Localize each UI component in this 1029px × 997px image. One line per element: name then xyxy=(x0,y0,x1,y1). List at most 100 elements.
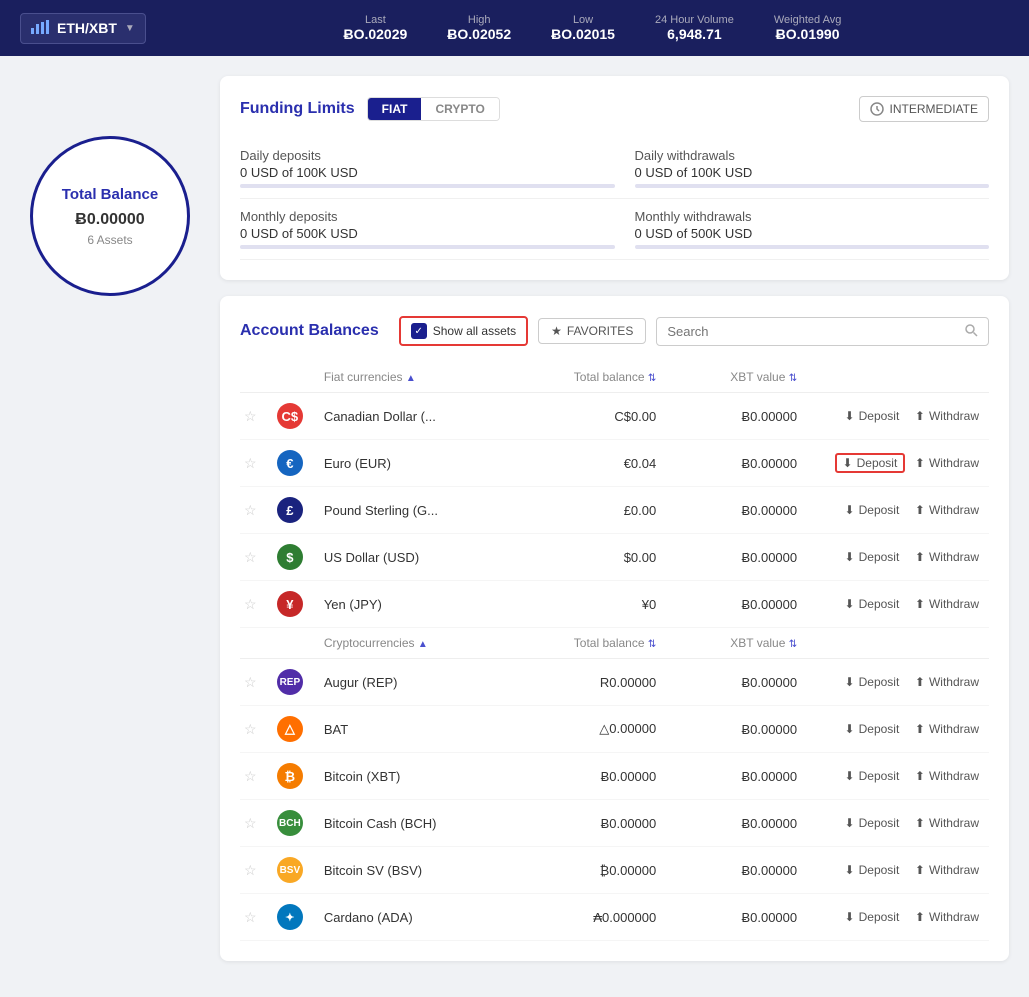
favorite-star[interactable]: ☆ xyxy=(244,502,257,518)
search-input[interactable] xyxy=(667,324,958,339)
favorite-star[interactable]: ☆ xyxy=(244,455,257,471)
daily-withdrawals-value: 0 USD of 100K USD xyxy=(635,165,990,180)
search-box[interactable] xyxy=(656,317,989,346)
ada-deposit-button[interactable]: ⬇ Deposit xyxy=(839,908,906,926)
bat-xbt: Ƀ0.00000 xyxy=(660,706,801,753)
rep-deposit-button[interactable]: ⬇ Deposit xyxy=(839,673,906,691)
stat-weighted-value: ɃO.01990 xyxy=(774,26,841,42)
gbp-withdraw-button[interactable]: ⬆ Withdraw xyxy=(909,501,985,519)
favorite-star[interactable]: ☆ xyxy=(244,721,257,737)
fiat-tab[interactable]: FIAT xyxy=(368,98,422,120)
bch-withdraw-button[interactable]: ⬆ Withdraw xyxy=(909,814,985,832)
rep-withdraw-button[interactable]: ⬆ Withdraw xyxy=(909,673,985,691)
usd-xbt: Ƀ0.00000 xyxy=(660,534,801,581)
daily-withdrawals-row: Daily withdrawals 0 USD of 100K USD xyxy=(615,138,990,199)
balance-title: Total Balance xyxy=(62,185,158,205)
xbt-value-col: XBT value xyxy=(730,370,785,384)
cad-withdraw-button[interactable]: ⬆ Withdraw xyxy=(909,407,985,425)
usd-icon: $ xyxy=(277,544,303,570)
ada-icon: ✦ xyxy=(277,904,303,930)
bat-name: BAT xyxy=(324,722,348,737)
bch-deposit-button[interactable]: ⬇ Deposit xyxy=(839,814,906,832)
crypto-section-header: Cryptocurrencies ▲ Total balance ⇅ XBT v… xyxy=(240,628,989,659)
btc-withdraw-button[interactable]: ⬆ Withdraw xyxy=(909,767,985,785)
header-left: Funding Limits FIAT CRYPTO xyxy=(240,97,500,121)
eur-deposit-button[interactable]: ⬇ Deposit xyxy=(835,453,906,473)
top-header: ETH/XBT ▼ Last ɃO.02029 High ɃO.02052 Lo… xyxy=(0,0,1029,56)
balance-assets: 6 Assets xyxy=(87,233,132,247)
usd-withdraw-button[interactable]: ⬆ Withdraw xyxy=(909,548,985,566)
monthly-deposits-row: Monthly deposits 0 USD of 500K USD xyxy=(240,199,615,260)
favorites-button[interactable]: ★ FAVORITES xyxy=(538,318,646,344)
table-row: ☆ ₿ Bitcoin (XBT) Ƀ0.00000 Ƀ0.00000 ⬇ De… xyxy=(240,753,989,800)
eur-total: €0.04 xyxy=(508,440,661,487)
favorite-star[interactable]: ☆ xyxy=(244,768,257,784)
account-balances-card: Account Balances ✓ Show all assets ★ FAV… xyxy=(220,296,1009,961)
intermediate-label: INTERMEDIATE xyxy=(890,102,978,116)
eur-name: Euro (EUR) xyxy=(324,456,391,471)
bsv-xbt: Ƀ0.00000 xyxy=(660,847,801,894)
btc-xbt: Ƀ0.00000 xyxy=(660,753,801,800)
favorite-star[interactable]: ☆ xyxy=(244,674,257,690)
cad-name: Canadian Dollar (... xyxy=(324,409,436,424)
crypto-tab[interactable]: CRYPTO xyxy=(421,98,498,120)
usd-deposit-button[interactable]: ⬇ Deposit xyxy=(839,548,906,566)
withdraw-icon: ⬆ xyxy=(915,550,925,564)
bat-deposit-button[interactable]: ⬇ Deposit xyxy=(839,720,906,738)
deposit-icon: ⬇ xyxy=(845,409,855,423)
jpy-withdraw-button[interactable]: ⬆ Withdraw xyxy=(909,595,985,613)
gbp-icon: £ xyxy=(277,497,303,523)
funding-limits-title: Funding Limits xyxy=(240,100,355,118)
favorite-star[interactable]: ☆ xyxy=(244,549,257,565)
favorite-star[interactable]: ☆ xyxy=(244,909,257,925)
favorite-star[interactable]: ☆ xyxy=(244,596,257,612)
jpy-icon: ¥ xyxy=(277,591,303,617)
stat-volume: 24 Hour Volume 6,948.71 xyxy=(655,14,734,42)
favorite-star[interactable]: ☆ xyxy=(244,815,257,831)
show-all-button[interactable]: ✓ Show all assets xyxy=(399,316,528,346)
main-content: Total Balance Ƀ0.00000 6 Assets Funding … xyxy=(0,56,1029,997)
favorites-label: FAVORITES xyxy=(567,324,633,338)
bsv-name: Bitcoin SV (BSV) xyxy=(324,863,422,878)
table-row: ☆ $ US Dollar (USD) $0.00 Ƀ0.00000 ⬇ Dep… xyxy=(240,534,989,581)
intermediate-button[interactable]: INTERMEDIATE xyxy=(859,96,989,122)
table-row: ☆ ✦ Cardano (ADA) ₳0.000000 Ƀ0.00000 ⬇ D… xyxy=(240,894,989,941)
withdraw-icon: ⬆ xyxy=(915,503,925,517)
deposit-icon: ⬇ xyxy=(843,456,853,470)
fiat-section-header: Fiat currencies ▲ Total balance ⇅ XBT va… xyxy=(240,362,989,393)
btc-icon: ₿ xyxy=(277,763,303,789)
btc-deposit-button[interactable]: ⬇ Deposit xyxy=(839,767,906,785)
pair-selector[interactable]: ETH/XBT ▼ xyxy=(20,13,146,44)
stat-high-value: ɃO.02052 xyxy=(447,26,511,42)
bat-total: △0.00000 xyxy=(508,706,661,753)
fiat-section-label: Fiat currencies xyxy=(324,370,403,384)
usd-name: US Dollar (USD) xyxy=(324,550,419,565)
left-panel: Total Balance Ƀ0.00000 6 Assets xyxy=(20,76,200,977)
rep-icon: REP xyxy=(277,669,303,695)
daily-withdrawals-label: Daily withdrawals xyxy=(635,148,990,163)
ada-withdraw-button[interactable]: ⬆ Withdraw xyxy=(909,908,985,926)
btc-total: Ƀ0.00000 xyxy=(508,753,661,800)
gbp-deposit-button[interactable]: ⬇ Deposit xyxy=(839,501,906,519)
favorite-star[interactable]: ☆ xyxy=(244,408,257,424)
total-sort-arrow: ⇅ xyxy=(648,373,656,384)
table-row: ☆ £ Pound Sterling (G... £0.00 Ƀ0.00000 … xyxy=(240,487,989,534)
gbp-xbt: Ƀ0.00000 xyxy=(660,487,801,534)
jpy-deposit-button[interactable]: ⬇ Deposit xyxy=(839,595,906,613)
star-icon: ★ xyxy=(551,324,562,338)
tab-group: FIAT CRYPTO xyxy=(367,97,500,121)
eur-withdraw-button[interactable]: ⬆ Withdraw xyxy=(909,454,985,472)
bch-icon: BCH xyxy=(277,810,303,836)
bat-withdraw-button[interactable]: ⬆ Withdraw xyxy=(909,720,985,738)
btc-name: Bitcoin (XBT) xyxy=(324,769,401,784)
stat-low-label: Low xyxy=(551,14,615,26)
fiat-sort-arrow: ▲ xyxy=(406,373,416,384)
cad-icon: C$ xyxy=(277,403,303,429)
search-icon xyxy=(964,323,978,340)
account-balances-header: Account Balances ✓ Show all assets ★ FAV… xyxy=(240,316,989,346)
ada-name: Cardano (ADA) xyxy=(324,910,413,925)
bch-total: Ƀ0.00000 xyxy=(508,800,661,847)
deposit-icon: ⬇ xyxy=(845,503,855,517)
jpy-name: Yen (JPY) xyxy=(324,597,382,612)
cad-deposit-button[interactable]: ⬇ Deposit xyxy=(839,407,906,425)
